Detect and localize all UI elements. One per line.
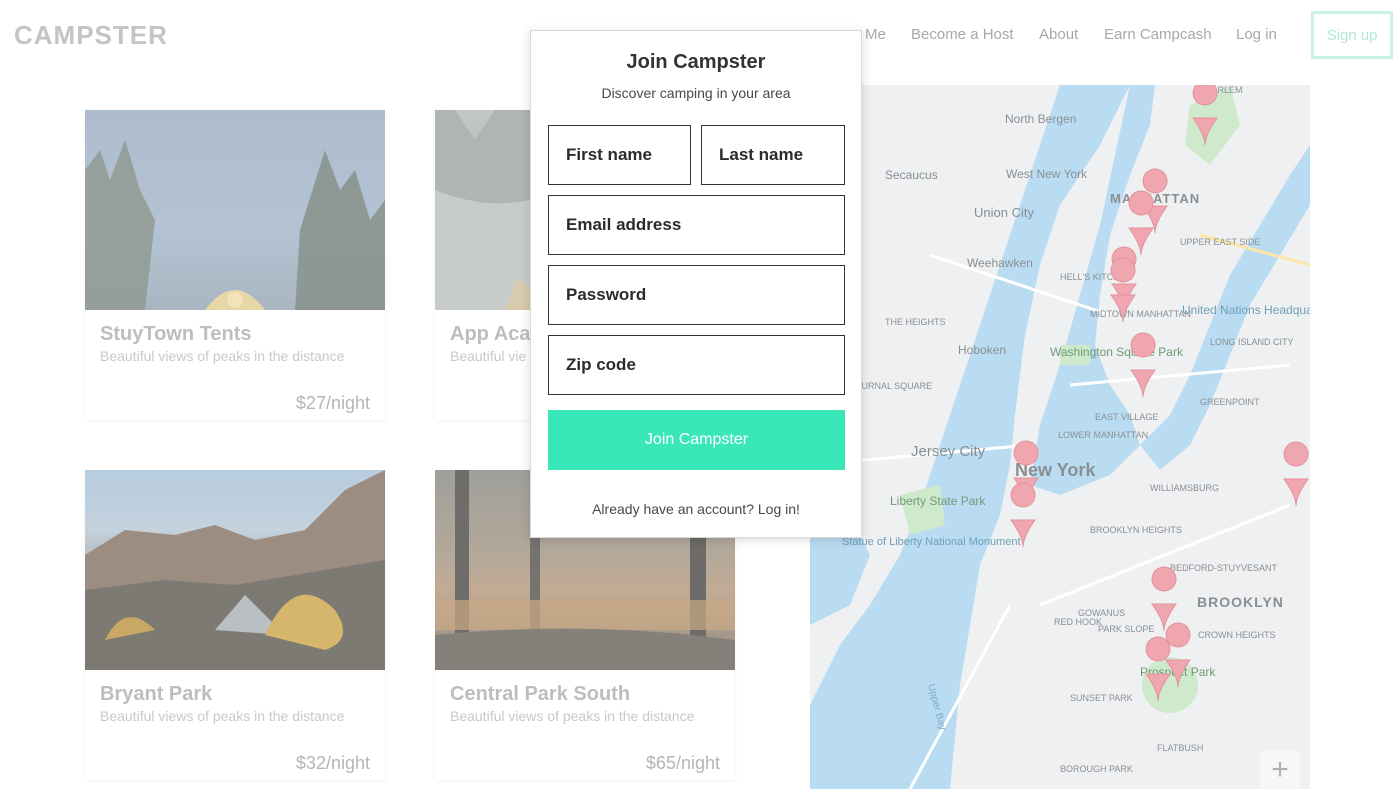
listing-price: $65/night (645, 753, 720, 773)
map-label: Hoboken (958, 343, 1006, 357)
listing-description: Beautiful views of peaks in the distance (100, 348, 345, 364)
join-campster-button[interactable]: Join Campster (548, 410, 845, 470)
map-label: Liberty State Park (890, 494, 986, 508)
email-field[interactable] (548, 195, 845, 255)
map-label: Statue of Liberty National Monument (842, 536, 1021, 548)
password-field[interactable] (548, 265, 845, 325)
map-label: BEDFORD-STUYVESANT (1170, 563, 1278, 573)
map-label: JOURNAL SQUARE (850, 381, 932, 391)
map-label: RED HOOK (1054, 617, 1102, 627)
zoom-in-button[interactable]: + (1260, 751, 1300, 789)
map-label: LOWER MANHATTAN (1058, 430, 1148, 440)
listing-photo[interactable] (85, 110, 385, 310)
nav-earn-campcash[interactable]: Earn Campcash (1104, 26, 1212, 43)
nav-become-host[interactable]: Become a Host (911, 26, 1014, 43)
listing-card[interactable]: Bryant Park Beautiful views of peaks in … (85, 470, 385, 780)
map-canvas: North Bergen Secaucus West New York Unio… (810, 85, 1310, 789)
modal-subtitle: Discover camping in your area (601, 85, 791, 101)
map-label: THE HEIGHTS (885, 317, 946, 327)
map-label: LONG ISLAND CITY (1210, 337, 1294, 347)
listing-title[interactable]: Bryant Park (100, 683, 212, 706)
map-pin[interactable] (1283, 441, 1309, 507)
map-pin[interactable] (1130, 332, 1156, 398)
map-label: Weehawken (967, 256, 1033, 270)
map-label: GOWANUS (1078, 608, 1125, 618)
map-label: MIDTOWN MANHATTAN (1090, 309, 1191, 319)
nav-about[interactable]: About (1039, 26, 1078, 43)
signup-button[interactable]: Sign up (1311, 11, 1393, 59)
map-pin[interactable] (1128, 190, 1154, 256)
login-link[interactable]: Already have an account? Log in! (531, 501, 861, 517)
listing-description: Beautiful views of peaks in the distance (100, 708, 345, 724)
site-logo[interactable]: CAMPSTER (14, 20, 168, 51)
campsite-map[interactable]: North Bergen Secaucus West New York Unio… (810, 85, 1310, 789)
map-label: MANHATTAN (1110, 191, 1200, 206)
map-label: PARK SLOPE (1098, 624, 1154, 634)
map-label: WILLIAMSBURG (1150, 483, 1219, 493)
listing-card[interactable]: StuyTown Tents Beautiful views of peaks … (85, 110, 385, 420)
map-label: Washington Square Park (1050, 345, 1184, 359)
first-name-field[interactable] (548, 125, 691, 185)
modal-title: Join Campster (626, 51, 766, 73)
listing-price: $27/night (295, 393, 370, 413)
map-label: Union City (974, 205, 1034, 220)
listing-photo[interactable] (85, 470, 385, 670)
map-label: UPPER EAST SIDE (1180, 237, 1260, 247)
map-label: SUNSET PARK (1070, 693, 1133, 703)
map-label: North Bergen (1005, 112, 1076, 126)
listing-description: Beautiful vie (450, 348, 527, 364)
tent-night-scene (85, 140, 385, 310)
map-label: CROWN HEIGHTS (1198, 630, 1276, 640)
nav-log-in[interactable]: Log in (1236, 26, 1277, 43)
map-label: BROOKLYN HEIGHTS (1090, 525, 1182, 535)
listing-title[interactable]: App Aca (450, 323, 530, 346)
map-label: FLATBUSH (1157, 743, 1203, 753)
last-name-field[interactable] (701, 125, 845, 185)
signup-modal: Join Campster Discover camping in your a… (530, 30, 862, 538)
map-label: EAST VILLAGE (1095, 412, 1158, 422)
map-pin[interactable] (1151, 566, 1177, 632)
map-label: GREENPOINT (1200, 397, 1260, 407)
listing-description: Beautiful views of peaks in the distance (450, 708, 695, 724)
canyon-tent-scene (85, 470, 385, 670)
zip-code-field[interactable] (548, 335, 845, 395)
map-label: United Nations Headquarters (1182, 303, 1310, 317)
map-label: West New York (1006, 167, 1088, 181)
nav-me[interactable]: Me (865, 26, 886, 43)
map-label: BOROUGH PARK (1060, 764, 1133, 774)
map-label: BROOKLYN (1197, 594, 1284, 610)
listing-title[interactable]: StuyTown Tents (100, 323, 251, 346)
listing-title[interactable]: Central Park South (450, 683, 630, 706)
map-label: Secaucus (885, 168, 938, 182)
map-label: Jersey City (911, 443, 986, 460)
listing-price: $32/night (295, 753, 370, 773)
